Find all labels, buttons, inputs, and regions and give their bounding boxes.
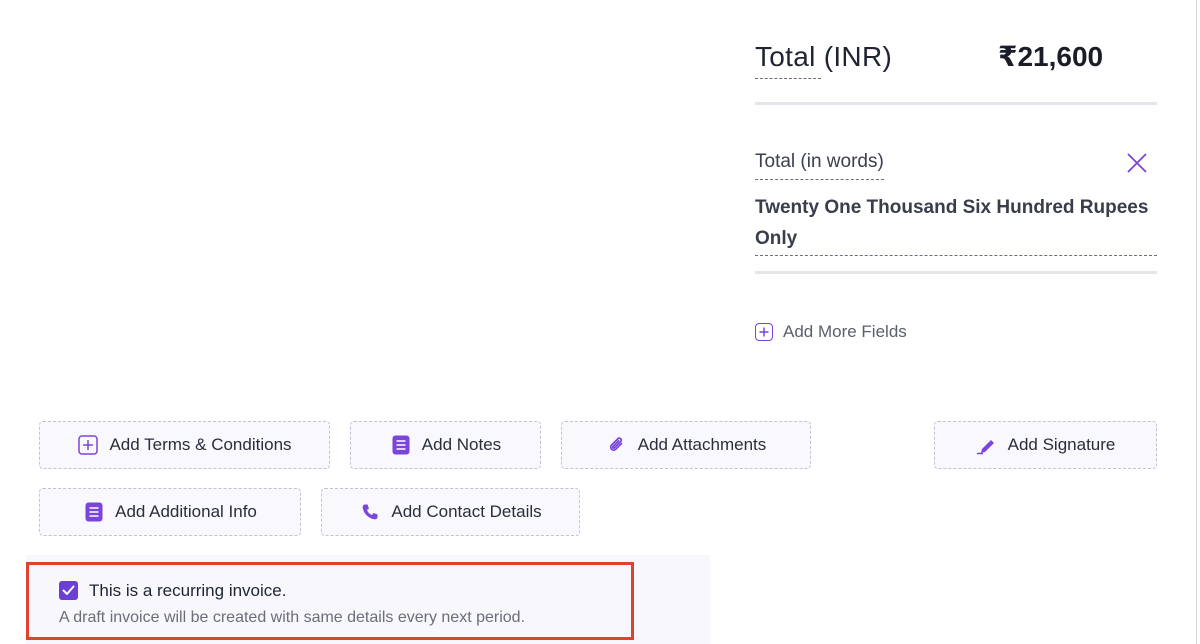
panel-right-border: [1196, 0, 1197, 644]
plus-square-icon: [77, 434, 99, 456]
note-icon: [390, 434, 412, 456]
divider: [755, 102, 1157, 105]
recurring-invoice-description: A draft invoice will be created with sam…: [59, 609, 526, 626]
add-more-fields-button[interactable]: Add More Fields: [755, 322, 907, 342]
add-attachments-button[interactable]: Add Attachments: [561, 421, 811, 469]
note-icon: [83, 501, 105, 523]
phone-icon: [359, 501, 381, 523]
plus-square-icon: [755, 323, 773, 341]
add-terms-label: Add Terms & Conditions: [109, 435, 292, 454]
add-signature-button[interactable]: Add Signature: [934, 421, 1157, 469]
add-more-fields-label: Add More Fields: [783, 322, 907, 341]
recurring-invoice-title: This is a recurring invoice.: [89, 581, 287, 600]
add-contact-details-button[interactable]: Add Contact Details: [321, 488, 580, 536]
total-amount: ₹21,600: [998, 41, 1104, 72]
add-notes-label: Add Notes: [421, 435, 502, 454]
add-signature-label: Add Signature: [1007, 435, 1116, 454]
add-attachments-label: Add Attachments: [637, 435, 767, 454]
add-terms-button[interactable]: Add Terms & Conditions: [39, 421, 330, 469]
paperclip-icon: [606, 434, 628, 456]
add-notes-button[interactable]: Add Notes: [350, 421, 541, 469]
recurring-invoice-checkbox[interactable]: [59, 581, 78, 600]
add-additional-info-button[interactable]: Add Additional Info: [39, 488, 301, 536]
total-label: Total (INR): [755, 40, 892, 79]
add-contact-details-label: Add Contact Details: [391, 502, 542, 521]
add-additional-info-label: Add Additional Info: [115, 502, 257, 521]
total-in-words-label: Total (in words): [755, 150, 884, 180]
total-in-words-value: Twenty One Thousand Six Hundred Rupees O…: [755, 192, 1157, 256]
divider: [755, 271, 1157, 274]
checkbox-checked-icon: [62, 585, 75, 595]
close-icon[interactable]: [1125, 151, 1149, 175]
pen-icon: [976, 434, 998, 456]
